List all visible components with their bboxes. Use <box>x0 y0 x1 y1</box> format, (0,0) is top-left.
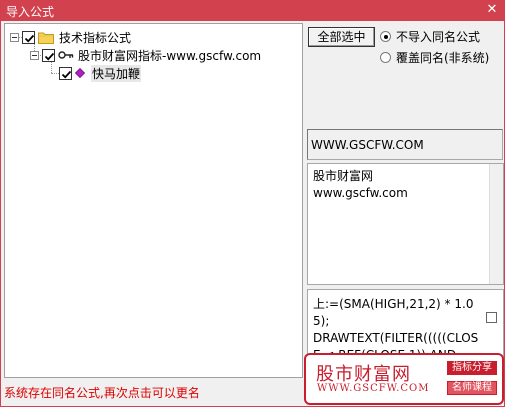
formula-info-text: WWW.GSCFW.COM <box>311 138 424 152</box>
formula-info-field: WWW.GSCFW.COM <box>307 129 503 160</box>
collapse-icon[interactable] <box>10 32 19 42</box>
description-text: 股市财富网 www.gscfw.com <box>313 168 408 202</box>
item-label: 快马加鞭 <box>91 64 142 82</box>
title-bar: 导入公式 ✕ <box>1 1 504 21</box>
radio-button[interactable] <box>380 51 391 63</box>
gem-icon <box>75 68 85 78</box>
folder-icon <box>38 32 54 44</box>
description-textarea[interactable]: 股市财富网 www.gscfw.com <box>307 163 504 285</box>
description-line-1: 股市财富网 <box>313 169 374 183</box>
select-all-button[interactable]: 全部选中 <box>308 27 375 47</box>
watermark-url: WWW.GSCFW.COM <box>317 383 430 394</box>
check-icon <box>44 52 55 60</box>
tree-node-item[interactable]: 快马加鞭 <box>47 64 142 82</box>
radio-button-selected[interactable] <box>380 30 391 42</box>
root-label: 技术指标公式 <box>59 30 132 45</box>
radio-skip-label: 不导入同名公式 <box>396 29 481 44</box>
close-icon[interactable]: ✕ <box>484 2 500 18</box>
tree-node-group[interactable]: 股市财富网指标-www.gscfw.com <box>30 46 261 64</box>
radio-overwrite-label: 覆盖同名(非系统) <box>396 50 490 65</box>
item-checkbox[interactable] <box>59 66 72 80</box>
watermark-tag-share: 指标分享 <box>447 361 497 375</box>
watermark-logo: 股市财富网 WWW.GSCFW.COM 指标分享 名师课程 <box>304 353 504 405</box>
root-checkbox[interactable] <box>22 30 35 44</box>
description-line-2: www.gscfw.com <box>313 186 408 200</box>
status-message: 系统存在同名公式,再次点击可以更名 <box>4 386 200 400</box>
import-formula-dialog: 导入公式 ✕ 技术指标公式 股市财富网指标-www.gscfw.com 快马加鞭… <box>0 0 505 407</box>
group-label: 股市财富网指标-www.gscfw.com <box>78 48 262 63</box>
watermark-tag-course: 名师课程 <box>447 381 497 395</box>
radio-overwrite[interactable]: 覆盖同名(非系统) <box>380 49 489 65</box>
formula-tree[interactable]: 技术指标公式 股市财富网指标-www.gscfw.com 快马加鞭 <box>4 23 303 378</box>
code-checkbox[interactable] <box>486 312 497 323</box>
check-icon <box>61 70 72 78</box>
key-icon <box>58 51 74 59</box>
tree-node-root[interactable]: 技术指标公式 <box>10 28 131 46</box>
radio-skip-duplicates[interactable]: 不导入同名公式 <box>380 28 480 44</box>
window-title: 导入公式 <box>6 5 55 19</box>
group-checkbox[interactable] <box>42 48 55 62</box>
check-icon <box>24 34 35 42</box>
description-scrollbar[interactable] <box>489 164 503 284</box>
collapse-icon[interactable] <box>30 50 39 60</box>
